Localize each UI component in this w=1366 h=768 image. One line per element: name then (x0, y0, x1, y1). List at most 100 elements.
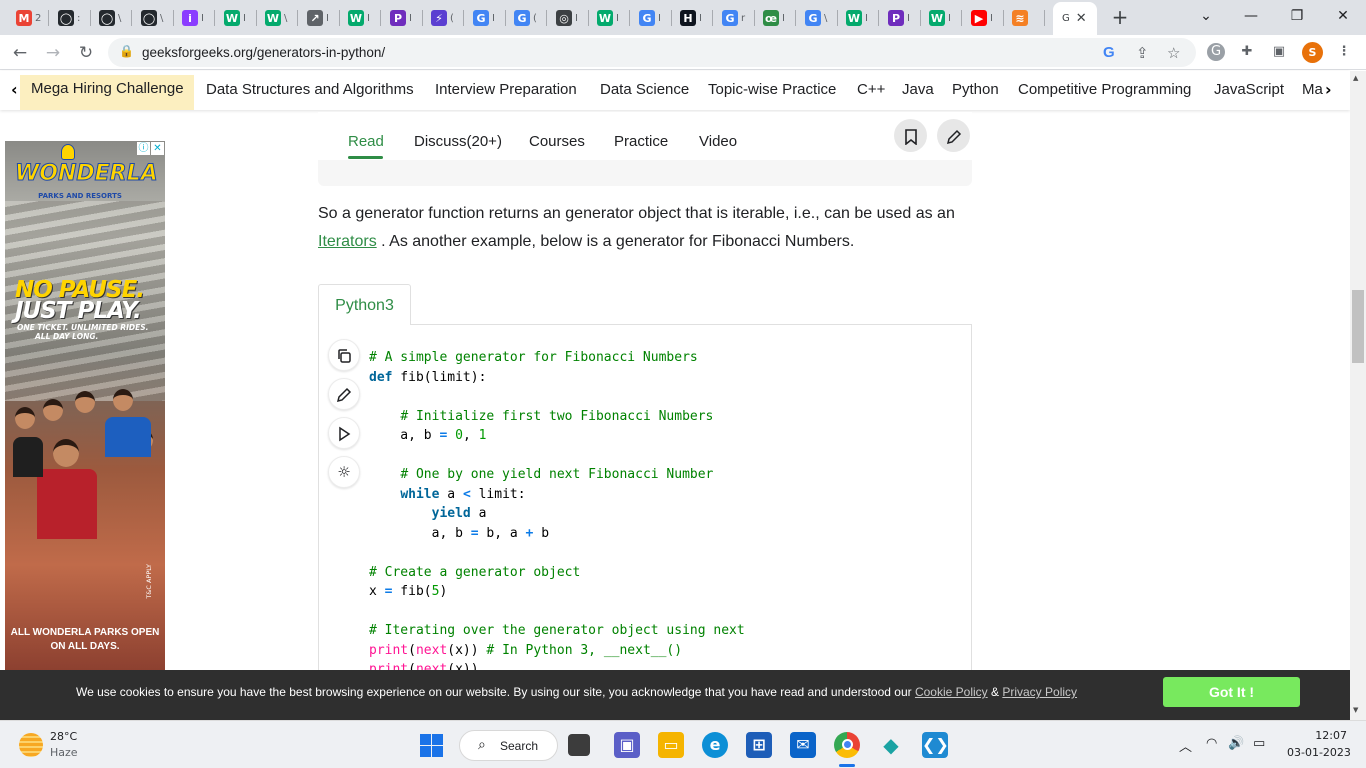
app-diamond-icon[interactable]: ◆ (878, 732, 904, 758)
nav-item-cpp[interactable]: C++ (857, 81, 885, 98)
browser-tab[interactable]: G( (508, 4, 537, 32)
theme-toggle-icon[interactable]: ☼ (328, 456, 360, 488)
weather-temperature[interactable]: 28°C (50, 730, 77, 743)
restore-button[interactable]: ❐ (1274, 4, 1320, 28)
browser-tab[interactable]: ⚡( (425, 4, 454, 32)
browser-tab[interactable]: GI (467, 4, 495, 32)
browser-tab[interactable]: iI (176, 4, 204, 32)
scroll-down-arrow-icon[interactable]: ▼ (1353, 706, 1358, 714)
browser-tab[interactable]: ▶ I (965, 4, 993, 32)
side-panel-icon[interactable]: ▣ (1270, 43, 1288, 61)
forward-button[interactable]: → (40, 40, 66, 66)
browser-tab[interactable]: WI (923, 4, 951, 32)
browser-tab[interactable]: œI (757, 4, 785, 32)
browser-tab[interactable]: WI (591, 4, 619, 32)
nav-item-dsa[interactable]: Data Structures and Algorithms (206, 81, 414, 98)
wifi-icon[interactable]: ◠ (1206, 736, 1217, 751)
tray-overflow-chevron-icon[interactable]: ︿ (1179, 736, 1192, 755)
google-lens-icon[interactable]: G (1103, 44, 1115, 61)
close-window-button[interactable]: ✕ (1320, 4, 1366, 28)
edit-pencil-icon[interactable] (937, 119, 970, 152)
new-tab-button[interactable]: + (1109, 6, 1131, 28)
browser-tab[interactable]: Gr (716, 4, 745, 32)
advertisement-banner[interactable]: ⓘ ✕ WONDERLA PARKS AND RESORTS NO PAUSE.… (5, 141, 165, 671)
file-explorer-icon[interactable]: ▭ (658, 732, 684, 758)
teams-chat-icon[interactable]: ▣ (614, 732, 640, 758)
scrollbar-thumb[interactable] (1352, 290, 1364, 363)
url-text[interactable]: geeksforgeeks.org/generators-in-python/ (142, 45, 385, 60)
nav-item-competitive[interactable]: Competitive Programming (1018, 81, 1191, 98)
volume-icon[interactable]: 🔊 (1228, 736, 1244, 751)
windows-start-icon[interactable] (420, 734, 443, 757)
tab-video[interactable]: Video (699, 133, 737, 150)
clock-date[interactable]: 03-01-2023 (1287, 746, 1351, 759)
browser-tab[interactable]: ≋ (1006, 4, 1031, 32)
run-code-icon[interactable] (328, 417, 360, 449)
browser-tab[interactable]: WI (342, 4, 370, 32)
close-tab-icon[interactable]: ✕ (1076, 11, 1087, 26)
nav-item-python[interactable]: Python (952, 81, 999, 98)
tab-discuss[interactable]: Discuss(20+) (414, 133, 502, 150)
tab-search-icon[interactable]: ⌄ (1183, 4, 1229, 28)
browser-tab[interactable]: ◯ \ (93, 4, 121, 32)
tab-read[interactable]: Read (348, 133, 384, 150)
copy-code-icon[interactable] (328, 339, 360, 371)
tab-practice[interactable]: Practice (614, 133, 668, 150)
scroll-up-arrow-icon[interactable]: ▲ (1353, 74, 1358, 82)
nav-item-topic-practice[interactable]: Topic-wise Practice (708, 81, 836, 98)
browser-tab[interactable]: ↗ I (301, 4, 329, 32)
tab-courses[interactable]: Courses (529, 133, 585, 150)
privacy-policy-link[interactable]: Privacy Policy (1002, 685, 1077, 699)
clock-time[interactable]: 12:07 (1305, 729, 1347, 742)
browser-tab[interactable]: W \ (259, 4, 287, 32)
chrome-icon[interactable] (834, 732, 860, 758)
nav-item-data-science[interactable]: Data Science (600, 81, 689, 98)
back-button[interactable]: ← (7, 40, 33, 66)
cookie-accept-button[interactable]: Got It ! (1163, 677, 1300, 707)
cookie-policy-link[interactable]: Cookie Policy (915, 685, 988, 699)
weather-condition[interactable]: Haze (50, 746, 78, 759)
edit-code-icon[interactable] (328, 378, 360, 410)
browser-tab[interactable]: WI (840, 4, 868, 32)
ad-close-icon[interactable]: ✕ (151, 142, 164, 155)
bookmark-star-icon[interactable]: ☆ (1167, 44, 1180, 62)
browser-tab[interactable]: G \ (799, 4, 827, 32)
page-scrollbar[interactable] (1350, 71, 1366, 721)
nav-item-interview[interactable]: Interview Preparation (435, 81, 577, 98)
nav-item-java[interactable]: Java (902, 81, 934, 98)
browser-tab[interactable]: WI (218, 4, 246, 32)
browser-tab[interactable]: ◯: (52, 4, 80, 32)
browser-tab[interactable]: PI (882, 4, 910, 32)
active-tab[interactable]: G ✕ (1053, 2, 1097, 35)
reload-button[interactable]: ↻ (73, 40, 99, 66)
bookmark-icon[interactable] (894, 119, 927, 152)
iterators-link[interactable]: Iterators (318, 233, 377, 250)
weather-haze-icon[interactable] (19, 733, 43, 757)
code-language-tab[interactable]: Python3 (318, 284, 411, 325)
nav-item-javascript[interactable]: JavaScript (1214, 81, 1284, 98)
browser-tab[interactable]: ◎ I (550, 4, 578, 32)
edge-browser-icon[interactable]: e (702, 732, 728, 758)
browser-tab[interactable]: M2 (10, 4, 41, 32)
ad-choices[interactable]: ⓘ ✕ (137, 142, 164, 155)
chrome-menu-icon[interactable]: ⋮ (1335, 43, 1353, 61)
grammarly-extension-icon[interactable]: G (1207, 43, 1225, 61)
browser-tab[interactable]: PI (384, 4, 412, 32)
nav-item-mega-hiring[interactable]: Mega Hiring Challenge (20, 75, 194, 110)
browser-tab[interactable]: ◯ \ (135, 4, 163, 32)
profile-avatar[interactable]: S (1302, 42, 1323, 63)
nav-prev-chevron-icon[interactable]: ‹ (11, 80, 18, 99)
extensions-puzzle-icon[interactable]: ✚ (1238, 43, 1256, 61)
nav-item-more[interactable]: Ma (1302, 81, 1323, 98)
minimize-button[interactable]: — (1228, 4, 1274, 28)
browser-tab[interactable]: GI (633, 4, 661, 32)
task-view-icon[interactable] (568, 734, 590, 756)
nav-next-chevron-icon[interactable]: › (1325, 80, 1332, 99)
battery-icon[interactable]: ▭ (1253, 736, 1265, 751)
ad-info-icon[interactable]: ⓘ (137, 142, 150, 155)
mail-icon[interactable]: ✉ (790, 732, 816, 758)
address-bar[interactable]: 🔒 geeksforgeeks.org/generators-in-python… (108, 38, 1196, 67)
share-icon[interactable]: ⇪ (1136, 44, 1149, 62)
taskbar-search[interactable]: ⌕ Search (459, 730, 558, 761)
vscode-icon[interactable]: ❮❯ (922, 732, 949, 758)
